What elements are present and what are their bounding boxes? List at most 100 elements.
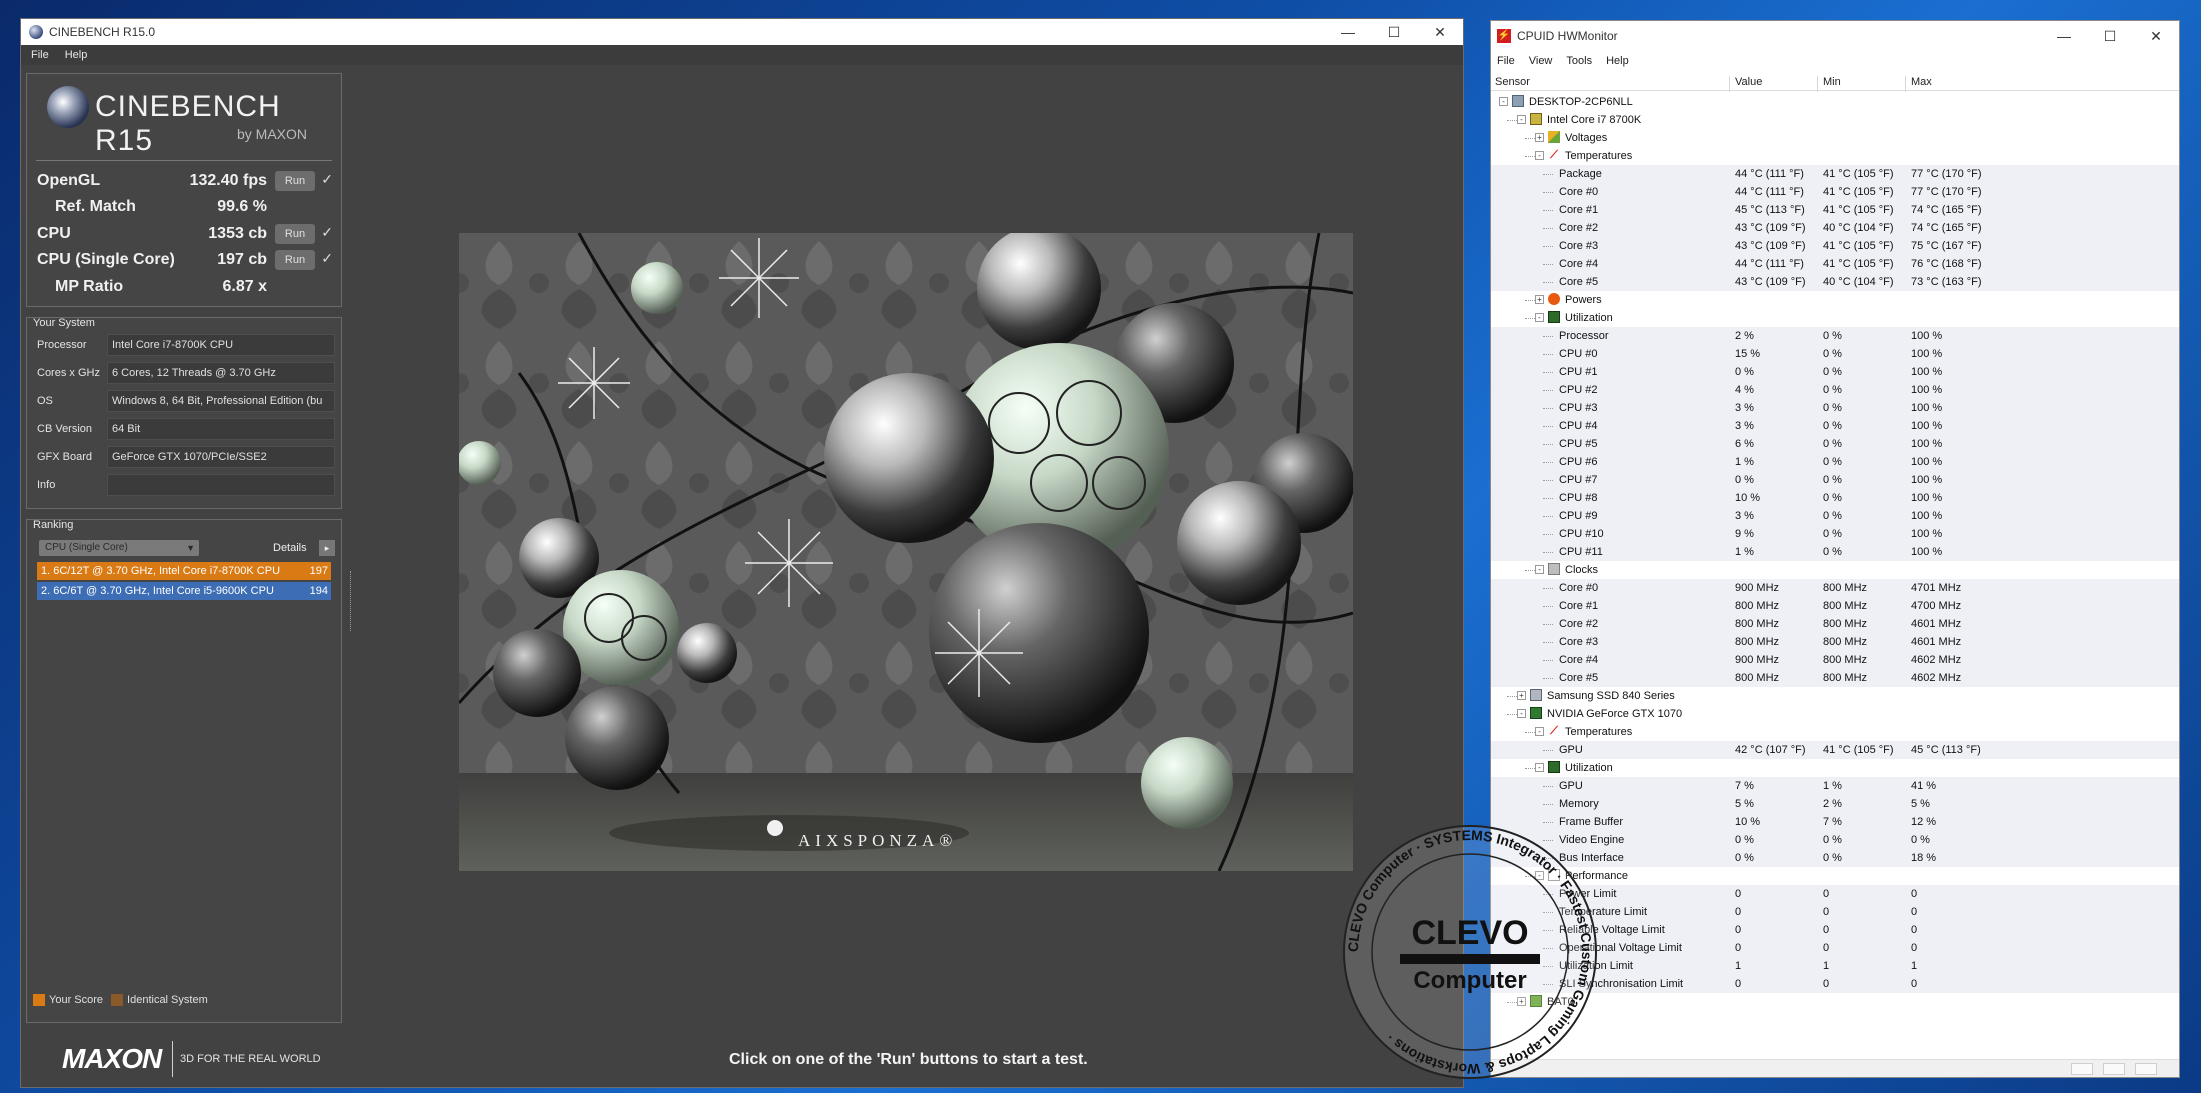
checkmark-icon[interactable]: ✓ [321, 224, 333, 241]
info-field[interactable] [107, 474, 335, 496]
expand-icon[interactable]: + [1535, 295, 1544, 304]
ranking-item[interactable]: 1. 6C/12T @ 3.70 GHz, Intel Core i7-8700… [37, 562, 331, 580]
close-icon[interactable]: ✕ [1417, 19, 1463, 45]
menu-view[interactable]: View [1529, 55, 1553, 67]
ranking-select[interactable]: CPU (Single Core) ▼ [39, 540, 199, 556]
column-sensor[interactable]: Sensor [1495, 76, 1530, 88]
sensor-group-row[interactable]: - ⟋ Temperatures [1491, 723, 2179, 741]
sensor-group-row[interactable]: - DESKTOP-2CP6NLL [1491, 93, 2179, 111]
sensor-group-row[interactable]: + Voltages [1491, 129, 2179, 147]
sensor-row[interactable]: CPU #11 1 % 0 % 100 % [1491, 543, 2179, 561]
sensor-group-row[interactable]: + Powers [1491, 291, 2179, 309]
sensor-row[interactable]: CPU #2 4 % 0 % 100 % [1491, 381, 2179, 399]
sensor-row[interactable]: CPU #3 3 % 0 % 100 % [1491, 399, 2179, 417]
collapse-icon[interactable]: - [1535, 151, 1544, 160]
sensor-group-row[interactable]: + BAT0 [1491, 993, 2179, 1011]
run-single-core-button[interactable]: Run [275, 250, 315, 270]
menu-help[interactable]: Help [65, 49, 88, 61]
run-opengl-button[interactable]: Run [275, 171, 315, 191]
sensor-row[interactable]: Core #3 43 °C (109 °F) 41 °C (105 °F) 75 °C… [1491, 237, 2179, 255]
sensor-row[interactable]: CPU #5 6 % 0 % 100 % [1491, 435, 2179, 453]
sensor-row[interactable]: GPU 7 % 1 % 41 % [1491, 777, 2179, 795]
sensor-row[interactable]: Core #0 44 °C (111 °F) 41 °C (105 °F) 77 °C… [1491, 183, 2179, 201]
sensor-group-row[interactable]: - ⟋ Temperatures [1491, 147, 2179, 165]
scrollbar-segment[interactable] [2103, 1063, 2125, 1075]
run-cpu-button[interactable]: Run [275, 224, 315, 244]
close-icon[interactable]: ✕ [2133, 23, 2179, 49]
collapse-icon[interactable]: - [1517, 115, 1526, 124]
column-divider[interactable] [1817, 76, 1818, 92]
sensor-row[interactable]: CPU #7 0 % 0 % 100 % [1491, 471, 2179, 489]
collapse-icon[interactable]: - [1535, 565, 1544, 574]
collapse-icon[interactable]: - [1499, 97, 1508, 106]
details-arrow-icon[interactable]: ▸ [319, 540, 335, 556]
collapse-icon[interactable]: - [1535, 763, 1544, 772]
sensor-row[interactable]: CPU #9 3 % 0 % 100 % [1491, 507, 2179, 525]
sensor-row[interactable]: Power Limit 0 0 0 [1491, 885, 2179, 903]
sensor-group-row[interactable]: - NVIDIA GeForce GTX 1070 [1491, 705, 2179, 723]
menu-file[interactable]: File [31, 49, 49, 61]
sensor-group-row[interactable]: - Utilization [1491, 759, 2179, 777]
sensor-row[interactable]: Core #2 43 °C (109 °F) 40 °C (104 °F) 74 °C… [1491, 219, 2179, 237]
column-value[interactable]: Value [1735, 76, 1762, 88]
column-max[interactable]: Max [1911, 76, 1932, 88]
maximize-icon[interactable]: ☐ [2087, 23, 2133, 49]
sensor-group-row[interactable]: - Clocks [1491, 561, 2179, 579]
checkmark-icon[interactable]: ✓ [321, 250, 333, 267]
sensor-row[interactable]: Core #2 800 MHz 800 MHz 4601 MHz [1491, 615, 2179, 633]
expand-icon[interactable]: + [1535, 133, 1544, 142]
sensor-group-row[interactable]: - Performance [1491, 867, 2179, 885]
menu-file[interactable]: File [1497, 55, 1515, 67]
expand-icon[interactable]: + [1517, 691, 1526, 700]
sensor-row[interactable]: Processor 2 % 0 % 100 % [1491, 327, 2179, 345]
maximize-icon[interactable]: ☐ [1371, 19, 1417, 45]
sensor-row[interactable]: CPU #10 9 % 0 % 100 % [1491, 525, 2179, 543]
sensor-row[interactable]: Temperature Limit 0 0 0 [1491, 903, 2179, 921]
sensor-row[interactable]: Package 44 °C (111 °F) 41 °C (105 °F) 77 °C… [1491, 165, 2179, 183]
ranking-item[interactable]: 2. 6C/6T @ 3.70 GHz, Intel Core i5-9600K… [37, 582, 331, 600]
sensor-row[interactable]: Core #5 43 °C (109 °F) 40 °C (104 °F) 73 °C… [1491, 273, 2179, 291]
details-label[interactable]: Details [273, 542, 307, 554]
collapse-icon[interactable]: - [1535, 313, 1544, 322]
sensor-row[interactable]: GPU 42 °C (107 °F) 41 °C (105 °F) 45 °C (11… [1491, 741, 2179, 759]
sensor-group-row[interactable]: - Intel Core i7 8700K [1491, 111, 2179, 129]
column-divider[interactable] [1905, 76, 1906, 92]
sensor-row[interactable]: Core #3 800 MHz 800 MHz 4601 MHz [1491, 633, 2179, 651]
collapse-icon[interactable]: - [1517, 709, 1526, 718]
sensor-row[interactable]: Core #0 900 MHz 800 MHz 4701 MHz [1491, 579, 2179, 597]
sensor-row[interactable]: Core #1 45 °C (113 °F) 41 °C (105 °F) 74 °C… [1491, 201, 2179, 219]
collapse-icon[interactable]: - [1535, 727, 1544, 736]
sensor-row[interactable]: CPU #6 1 % 0 % 100 % [1491, 453, 2179, 471]
sensor-row[interactable]: CPU #1 0 % 0 % 100 % [1491, 363, 2179, 381]
sensor-row[interactable]: CPU #4 3 % 0 % 100 % [1491, 417, 2179, 435]
sensor-row[interactable]: Bus Interface 0 % 0 % 18 % [1491, 849, 2179, 867]
column-min[interactable]: Min [1823, 76, 1841, 88]
minimize-icon[interactable]: — [2041, 23, 2087, 49]
horizontal-scrollbar[interactable] [1491, 1059, 2179, 1077]
sensor-group-row[interactable]: + Samsung SSD 840 Series [1491, 687, 2179, 705]
column-divider[interactable] [1729, 76, 1730, 92]
sensor-row[interactable]: Frame Buffer 10 % 7 % 12 % [1491, 813, 2179, 831]
sensor-row[interactable]: Core #1 800 MHz 800 MHz 4700 MHz [1491, 597, 2179, 615]
sensor-row[interactable]: Core #5 800 MHz 800 MHz 4602 MHz [1491, 669, 2179, 687]
sensor-row[interactable]: Reliable Voltage Limit 0 0 0 [1491, 921, 2179, 939]
sensor-row[interactable]: CPU #0 15 % 0 % 100 % [1491, 345, 2179, 363]
ranking-scrollbar[interactable] [350, 571, 354, 631]
collapse-icon[interactable]: - [1535, 871, 1544, 880]
sensor-row[interactable]: Core #4 900 MHz 800 MHz 4602 MHz [1491, 651, 2179, 669]
scrollbar-segment[interactable] [2135, 1063, 2157, 1075]
sensor-group-row[interactable]: - Utilization [1491, 309, 2179, 327]
minimize-icon[interactable]: — [1325, 19, 1371, 45]
sensor-row[interactable]: Operational Voltage Limit 0 0 0 [1491, 939, 2179, 957]
sensor-row[interactable]: Memory 5 % 2 % 5 % [1491, 795, 2179, 813]
scrollbar-segment[interactable] [2071, 1063, 2093, 1075]
sensor-row[interactable]: Core #4 44 °C (111 °F) 41 °C (105 °F) 76 °C… [1491, 255, 2179, 273]
sensor-row[interactable]: SLI Synchronisation Limit 0 0 0 [1491, 975, 2179, 993]
sensor-row[interactable]: CPU #8 10 % 0 % 100 % [1491, 489, 2179, 507]
expand-icon[interactable]: + [1517, 997, 1526, 1006]
sensor-row[interactable]: Utilization Limit 1 1 1 [1491, 957, 2179, 975]
menu-help[interactable]: Help [1606, 55, 1629, 67]
checkmark-icon[interactable]: ✓ [321, 171, 333, 188]
menu-tools[interactable]: Tools [1566, 55, 1592, 67]
sensor-row[interactable]: Video Engine 0 % 0 % 0 % [1491, 831, 2179, 849]
